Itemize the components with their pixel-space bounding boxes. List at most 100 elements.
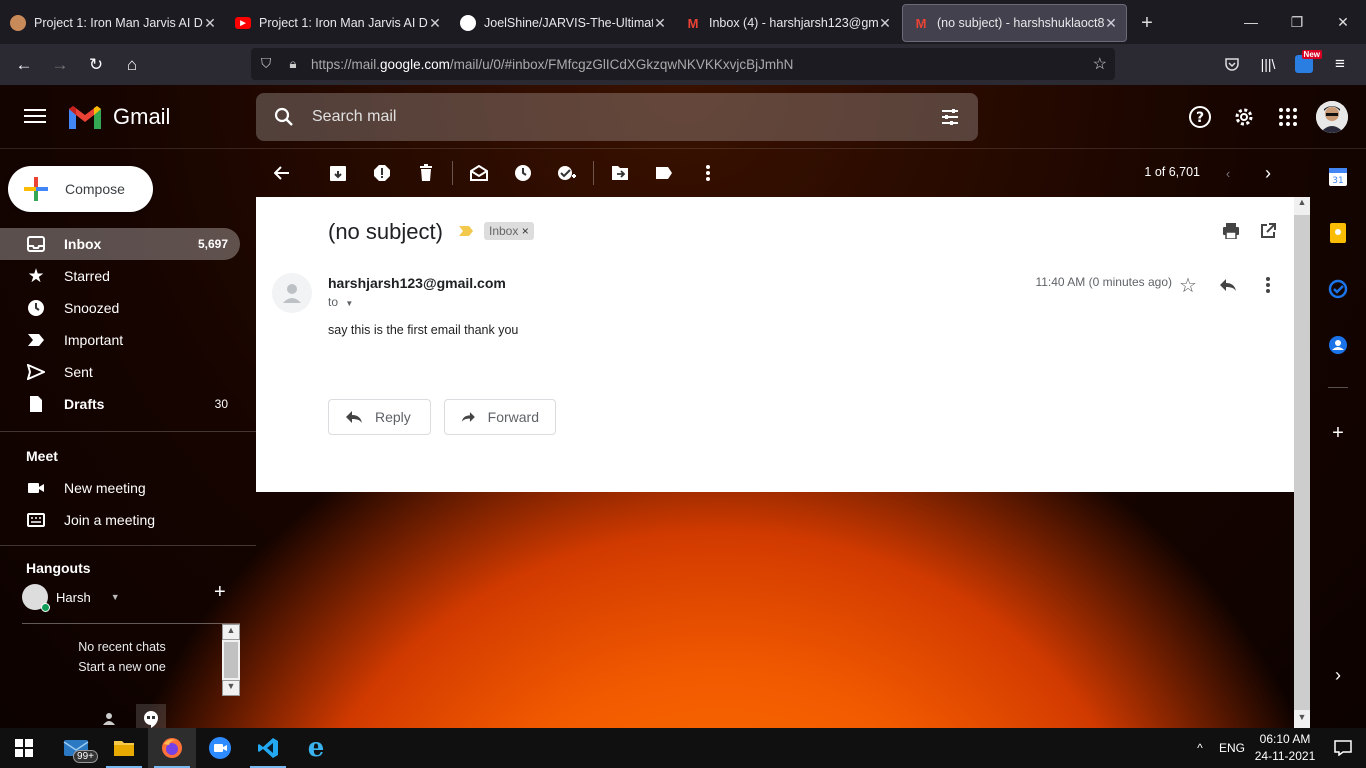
recipients-toggle[interactable]: to ▼: [328, 295, 353, 309]
get-addons-plus-icon[interactable]: +: [1328, 422, 1348, 444]
language-indicator[interactable]: ENG: [1214, 741, 1250, 755]
more-vertical-icon[interactable]: [686, 153, 730, 193]
more-vertical-icon[interactable]: [1256, 273, 1280, 297]
close-tab-icon[interactable]: ✕: [653, 15, 667, 32]
back-icon[interactable]: ←: [6, 49, 42, 81]
move-to-icon[interactable]: [598, 153, 642, 193]
close-tab-icon[interactable]: ✕: [203, 15, 217, 32]
new-meeting-item[interactable]: New meeting: [0, 472, 240, 504]
file-explorer-icon[interactable]: [100, 728, 148, 768]
older-chevron-right-icon[interactable]: ›: [1256, 161, 1280, 185]
main-scrollbar[interactable]: ▲ ▼: [1294, 197, 1310, 728]
extension-icon[interactable]: New: [1286, 48, 1322, 80]
compose-button[interactable]: Compose: [8, 166, 153, 212]
browser-tab[interactable]: JoelShine/JARVIS-The-Ultimate- ✕: [450, 4, 675, 42]
sidebar-item-inbox[interactable]: Inbox 5,697: [0, 228, 240, 260]
mark-unread-icon[interactable]: [457, 153, 501, 193]
search-bar[interactable]: [256, 93, 978, 141]
restore-icon[interactable]: ❐: [1274, 0, 1320, 44]
add-to-tasks-icon[interactable]: [545, 153, 589, 193]
home-icon[interactable]: ⌂: [114, 49, 150, 81]
clock[interactable]: 06:10 AM 24-11-2021: [1250, 731, 1320, 765]
snooze-icon[interactable]: [501, 153, 545, 193]
tasks-icon[interactable]: [1328, 279, 1348, 299]
start-chat-link[interactable]: Start a new one: [22, 654, 240, 674]
shield-icon[interactable]: ⛉: [251, 56, 281, 72]
label-icon[interactable]: [642, 153, 686, 193]
apps-grid-icon[interactable]: [1272, 101, 1304, 133]
browser-tab[interactable]: Project 1: Iron Man Jarvis AI Des ✕: [0, 4, 225, 42]
sender-email[interactable]: harshjarsh123@gmail.com: [328, 275, 506, 291]
url-bar[interactable]: ⛉ 🔒︎ https://mail.google.com/mail/u/0/#i…: [251, 48, 1115, 80]
vscode-icon[interactable]: [244, 728, 292, 768]
sidebar-item-important[interactable]: Important: [0, 324, 240, 356]
browser-tab[interactable]: M Inbox (4) - harshjarsh123@gmai ✕: [675, 4, 900, 42]
newer-chevron-left-icon[interactable]: ‹: [1216, 161, 1240, 185]
show-side-panel-chevron-icon[interactable]: ›: [1328, 665, 1348, 685]
lock-icon[interactable]: 🔒︎: [281, 56, 305, 72]
important-marker-icon[interactable]: [458, 225, 474, 240]
chat-scrollbar[interactable]: ▲ ▼: [222, 624, 240, 696]
contacts-icon[interactable]: [94, 704, 124, 728]
search-options-icon[interactable]: [940, 107, 960, 130]
reply-button[interactable]: Reply: [328, 399, 431, 435]
url-text[interactable]: https://mail.google.com/mail/u/0/#inbox/…: [311, 57, 793, 72]
minimize-icon[interactable]: —: [1228, 0, 1274, 44]
keep-icon[interactable]: [1328, 223, 1348, 243]
open-in-new-window-icon[interactable]: [1260, 223, 1276, 242]
main-menu-icon[interactable]: [24, 105, 46, 127]
reload-icon[interactable]: ↻: [78, 49, 114, 81]
mail-app-icon[interactable]: 99+: [52, 728, 100, 768]
firefox-icon[interactable]: [148, 728, 196, 768]
report-spam-icon[interactable]: [360, 153, 404, 193]
scroll-down-arrow[interactable]: ▼: [1294, 712, 1310, 728]
caret-down-icon[interactable]: ▼: [111, 592, 120, 602]
internet-explorer-icon[interactable]: e: [292, 728, 340, 768]
gmail-logo[interactable]: Gmail: [67, 103, 170, 131]
new-tab-button[interactable]: +: [1127, 2, 1167, 44]
bookmark-star-icon[interactable]: ☆: [1093, 54, 1107, 74]
windows-start-icon[interactable]: [0, 728, 48, 768]
join-meeting-item[interactable]: Join a meeting: [0, 504, 240, 536]
sidebar-item-drafts[interactable]: Drafts 30: [0, 388, 240, 420]
scrollbar-thumb[interactable]: [1294, 215, 1310, 710]
print-icon[interactable]: [1222, 223, 1240, 242]
search-input[interactable]: [312, 108, 912, 126]
delete-icon[interactable]: [404, 153, 448, 193]
sidebar-item-snoozed[interactable]: Snoozed: [0, 292, 240, 324]
close-window-icon[interactable]: ✕: [1320, 0, 1366, 44]
sidebar-item-starred[interactable]: ★ Starred: [0, 260, 240, 292]
account-avatar[interactable]: [1316, 101, 1348, 133]
search-icon[interactable]: [256, 107, 312, 127]
reply-icon[interactable]: [1216, 273, 1240, 297]
star-icon[interactable]: ☆: [1176, 273, 1200, 297]
close-tab-icon[interactable]: ✕: [428, 15, 442, 32]
archive-icon[interactable]: [316, 153, 360, 193]
browser-tab-active[interactable]: M (no subject) - harshshuklaoct8( ✕: [902, 4, 1127, 42]
hangouts-user[interactable]: Harsh ▼: [22, 584, 120, 612]
close-tab-icon[interactable]: ✕: [878, 15, 892, 32]
library-icon[interactable]: |||\: [1250, 48, 1286, 80]
sender-avatar[interactable]: [272, 273, 312, 313]
settings-gear-icon[interactable]: [1228, 101, 1260, 133]
zoom-icon[interactable]: [196, 728, 244, 768]
calendar-icon[interactable]: 31: [1328, 167, 1348, 187]
hangouts-chat-icon[interactable]: [136, 704, 166, 728]
help-icon[interactable]: ?: [1184, 101, 1216, 133]
menu-icon[interactable]: ≡: [1322, 48, 1358, 80]
add-chat-icon[interactable]: +: [214, 581, 226, 604]
scroll-up-arrow[interactable]: ▲: [1294, 197, 1310, 213]
browser-tab[interactable]: ▶ Project 1: Iron Man Jarvis AI Des ✕: [225, 4, 450, 42]
forward-button[interactable]: Forward: [444, 399, 556, 435]
close-tab-icon[interactable]: ✕: [1104, 15, 1118, 32]
caret-down-icon[interactable]: ▼: [345, 299, 353, 308]
remove-label-icon[interactable]: ×: [522, 224, 529, 238]
chevron-up-icon[interactable]: ^: [1186, 741, 1214, 755]
back-to-inbox-icon[interactable]: [260, 153, 304, 193]
notifications-icon[interactable]: [1320, 740, 1366, 756]
sidebar-item-sent[interactable]: Sent: [0, 356, 240, 388]
contacts-icon[interactable]: [1328, 335, 1348, 355]
forward-icon[interactable]: →: [42, 49, 78, 81]
pocket-icon[interactable]: [1214, 48, 1250, 80]
gmail-icon: M: [915, 15, 927, 31]
